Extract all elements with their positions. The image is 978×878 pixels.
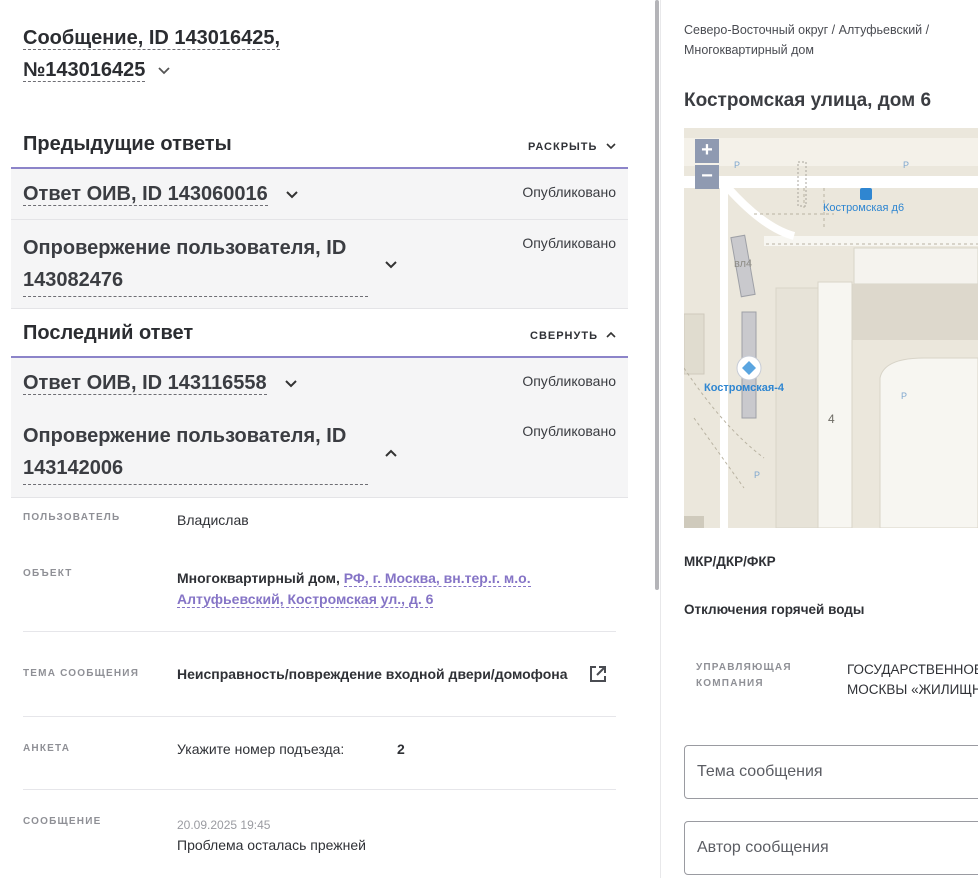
object-value: Многоквартирный дом, РФ, г. Москва, вн.т…: [177, 568, 597, 610]
form-label: АНКЕТА: [23, 743, 71, 754]
mgmt-value-line1: ГОСУДАРСТВЕННОЕ: [847, 662, 978, 677]
user-label: ПОЛЬЗОВАТЕЛЬ: [23, 512, 121, 523]
answer-row[interactable]: Ответ ОИВ, ID 143060016 Опубликовано: [11, 169, 628, 220]
chevron-up-icon: [606, 331, 617, 338]
chevron-up-icon[interactable]: [384, 448, 398, 458]
message-panel: Сообщение, ID 143016425, №143016425 Пред…: [0, 0, 650, 878]
scrollbar[interactable]: [655, 0, 659, 590]
mgmt-label-line1: УПРАВЛЯЮЩАЯ: [696, 662, 792, 673]
parking-icon: P: [754, 470, 761, 480]
status-label: Опубликовано: [522, 184, 616, 200]
answer-title-line2: 143082476: [23, 264, 368, 297]
message-date: 20.09.2025 19:45: [177, 818, 271, 832]
answer-title-line1: Опровержение пользователя, ID: [23, 237, 347, 259]
parking-icon: P: [903, 160, 910, 170]
expand-label: РАСКРЫТЬ: [528, 141, 598, 153]
message-label: СООБЩЕНИЕ: [23, 816, 102, 827]
message-title-line1: Сообщение, ID 143016425,: [23, 27, 281, 50]
zoom-in-button[interactable]: +: [695, 139, 719, 163]
message-title[interactable]: Сообщение, ID 143016425, №143016425: [23, 22, 281, 86]
external-link-icon[interactable]: [588, 664, 608, 684]
zoom-out-button[interactable]: −: [695, 165, 719, 189]
answer-title-line2: 143142006: [23, 452, 368, 485]
topic-value: Неисправность/повреждение входной двери/…: [177, 666, 568, 682]
answer-row[interactable]: Ответ ОИВ, ID 143116558 Опубликовано: [11, 358, 628, 408]
breadcrumb-line1: Северо-Восточный округ / Алтуфьевский /: [684, 23, 930, 37]
object-address-link[interactable]: РФ, г. Москва, вн.тер.г. м.о.: [343, 570, 531, 587]
answer-row-expanded[interactable]: Опровержение пользователя, ID 143142006 …: [11, 408, 628, 498]
object-panel: Северо-Восточный округ / Алтуфьевский / …: [684, 0, 978, 878]
topic-label: ТЕМА СООБЩЕНИЯ: [23, 668, 140, 679]
bus-stop-label[interactable]: Костромская д6: [823, 202, 904, 214]
parking-icon: P: [901, 391, 908, 401]
mgmt-label-line2: КОМПАНИЯ: [696, 678, 764, 689]
last-answer-title: Последний ответ: [23, 322, 194, 344]
answer-title[interactable]: Ответ ОИВ, ID 143116558: [23, 372, 267, 395]
program-label[interactable]: МКР/ДКР/ФКР: [684, 554, 776, 569]
chevron-down-icon[interactable]: [384, 260, 398, 270]
mgmt-label: УПРАВЛЯЮЩАЯ КОМПАНИЯ: [696, 660, 792, 692]
breadcrumb-line2: Многоквартирный дом: [684, 43, 814, 57]
status-label: Опубликовано: [522, 373, 616, 389]
chevron-down-icon: [606, 143, 616, 150]
message-title-line2: №143016425: [23, 59, 146, 82]
status-label: Опубликовано: [522, 235, 616, 251]
expand-button[interactable]: РАСКРЫТЬ: [528, 137, 616, 155]
parking-icon: P: [734, 160, 741, 170]
place-label-kostr4[interactable]: Костромская-4: [704, 382, 784, 394]
divider: [23, 716, 616, 717]
address-title: Костромская улица, дом 6: [684, 90, 932, 111]
answer-row[interactable]: Опровержение пользователя, ID 143082476 …: [11, 220, 628, 309]
map[interactable]: + − Костромская д6 вл4 Костромская-4 4 P…: [684, 128, 978, 528]
collapse-label: СВЕРНУТЬ: [530, 330, 598, 342]
topic-input[interactable]: Тема сообщения: [684, 745, 978, 799]
building-label-vl4: вл4: [734, 258, 753, 270]
object-label: ОБЪЕКТ: [23, 568, 73, 579]
object-type: Многоквартирный дом,: [177, 570, 340, 586]
divider: [23, 789, 616, 790]
chevron-down-icon[interactable]: [157, 66, 171, 76]
mgmt-value: ГОСУДАРСТВЕННОЕ МОСКВЫ «ЖИЛИЩН: [847, 660, 978, 700]
form-answer: 2: [397, 741, 405, 757]
message-text: Проблема осталась прежней: [177, 837, 366, 853]
divider: [23, 631, 616, 632]
answer-title[interactable]: Опровержение пользователя, ID 143082476: [23, 232, 368, 297]
answer-title[interactable]: Ответ ОИВ, ID 143060016: [23, 183, 268, 206]
status-label: Опубликовано: [522, 423, 616, 439]
answer-title-line1: Опровержение пользователя, ID: [23, 425, 347, 447]
chevron-down-icon[interactable]: [284, 379, 298, 389]
answer-title[interactable]: Опровержение пользователя, ID 143142006: [23, 420, 368, 485]
building-label-4: 4: [828, 412, 835, 426]
author-input[interactable]: Автор сообщения: [684, 821, 978, 875]
collapse-button[interactable]: СВЕРНУТЬ: [530, 326, 617, 344]
panel-divider: [660, 0, 661, 878]
object-address-link-line2[interactable]: Алтуфьевский, Костромская ул., д. 6: [177, 591, 434, 608]
mgmt-value-line2: МОСКВЫ «ЖИЛИЩН: [847, 682, 978, 697]
shutdown-label[interactable]: Отключения горячей воды: [684, 602, 864, 617]
map-canvas: [684, 138, 978, 528]
chevron-down-icon[interactable]: [285, 190, 299, 200]
breadcrumb[interactable]: Северо-Восточный округ / Алтуфьевский / …: [684, 20, 929, 60]
user-value: Владислав: [177, 512, 249, 528]
form-question: Укажите номер подъезда:: [177, 741, 345, 757]
previous-answers-title: Предыдущие ответы: [23, 133, 232, 155]
